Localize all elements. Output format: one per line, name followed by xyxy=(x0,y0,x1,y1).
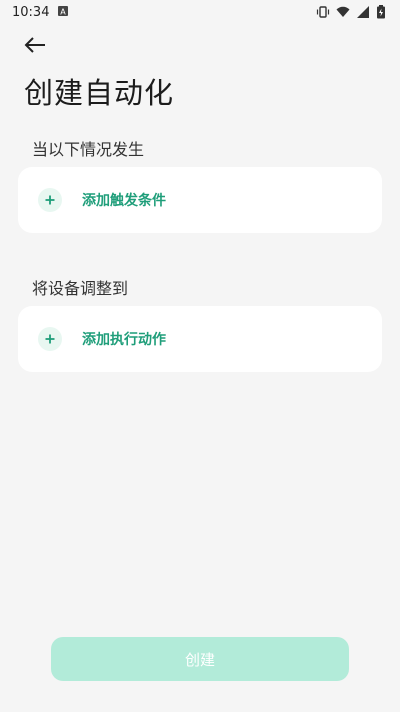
condition-section-label: 当以下情况发生 xyxy=(32,140,145,159)
status-right xyxy=(316,5,390,19)
add-action-label: 添加执行动作 xyxy=(82,332,166,348)
add-trigger-condition-button[interactable]: 添加触发条件 xyxy=(18,167,382,233)
battery-icon xyxy=(376,5,390,19)
plus-icon xyxy=(38,188,62,212)
back-button[interactable] xyxy=(20,34,50,60)
create-button[interactable]: 创建 xyxy=(51,637,349,681)
wifi-icon xyxy=(336,5,350,19)
status-left: 10:34 A xyxy=(12,5,71,20)
svg-text:A: A xyxy=(61,8,67,17)
status-time: 10:34 xyxy=(12,4,50,20)
page-title: 创建自动化 xyxy=(24,76,175,110)
notification-icon: A xyxy=(57,5,71,19)
add-action-button[interactable]: 添加执行动作 xyxy=(18,306,382,372)
plus-icon xyxy=(38,327,62,351)
add-trigger-condition-label: 添加触发条件 xyxy=(82,193,166,209)
vibrate-icon xyxy=(316,5,330,19)
action-section-label: 将设备调整到 xyxy=(32,279,129,298)
status-bar: 10:34 A xyxy=(0,0,400,24)
back-arrow-icon xyxy=(23,35,47,59)
signal-icon xyxy=(356,5,370,19)
